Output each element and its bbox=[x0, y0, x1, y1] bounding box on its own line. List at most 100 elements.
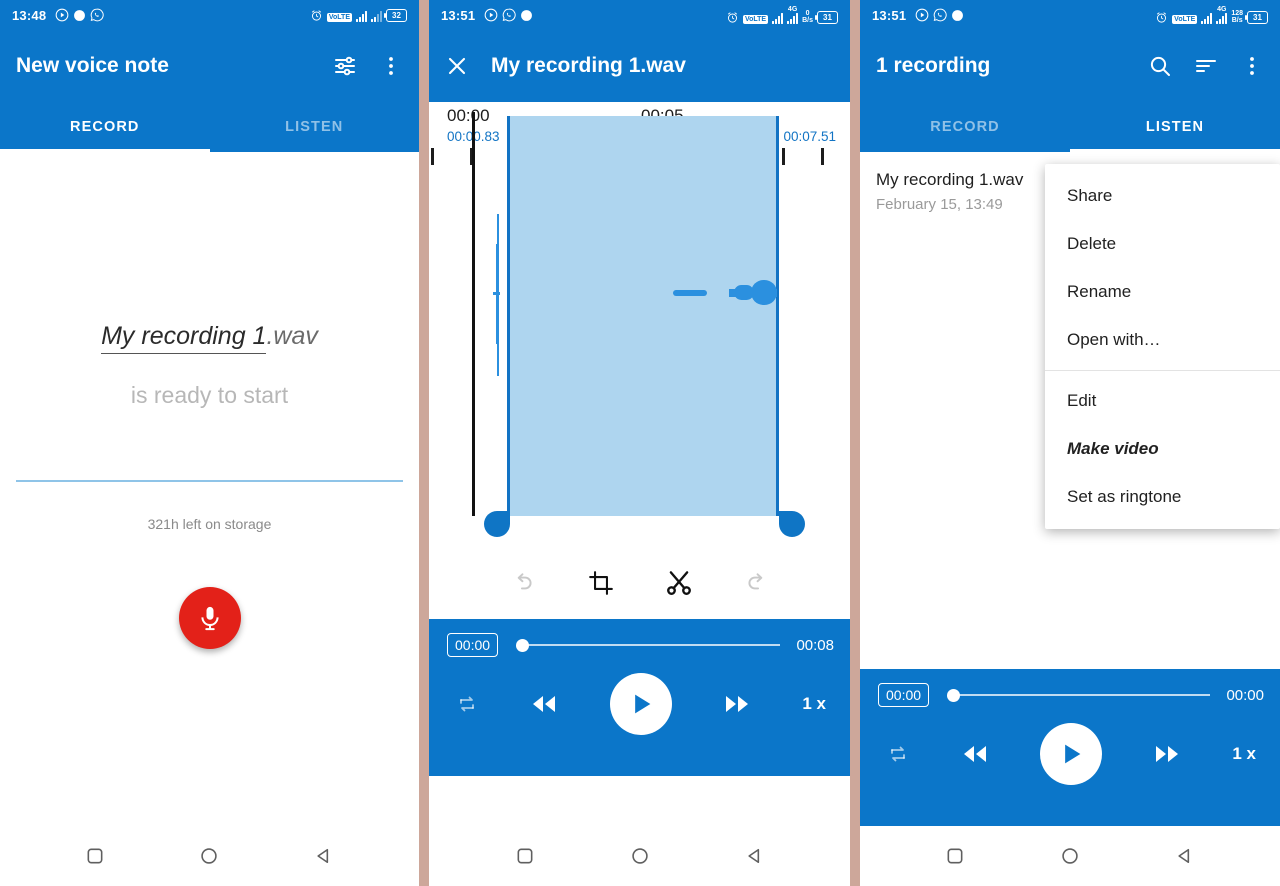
edit-toolbar bbox=[429, 547, 850, 619]
seek-track bbox=[956, 694, 1211, 696]
crop-icon[interactable] bbox=[573, 559, 629, 607]
play-icon bbox=[634, 694, 650, 714]
current-time-box[interactable]: 00:00 bbox=[447, 633, 499, 657]
status-bar: 13:51 VoLTE 4G bbox=[860, 0, 1280, 30]
data-rate-value: 128 bbox=[1231, 9, 1243, 17]
status-bar: 13:48 VoLTE 32 bbox=[0, 0, 419, 30]
signal-bars-secondary-icon bbox=[371, 10, 382, 22]
whatsapp-icon bbox=[933, 8, 947, 22]
seek-slider[interactable] bbox=[945, 687, 1211, 703]
network-type-indicator: 4G bbox=[1216, 6, 1228, 24]
tab-listen[interactable]: LISTEN bbox=[210, 102, 420, 152]
seek-thumb[interactable] bbox=[516, 638, 530, 652]
filename-display[interactable]: My recording 1.wav bbox=[0, 322, 419, 354]
divider-line bbox=[16, 480, 403, 482]
recents-square-icon[interactable] bbox=[945, 846, 965, 871]
back-triangle-icon[interactable] bbox=[314, 846, 334, 871]
menu-item-open-with[interactable]: Open with… bbox=[1045, 316, 1280, 364]
current-time-box[interactable]: 00:00 bbox=[878, 683, 930, 707]
playback-speed-label[interactable]: 1 x bbox=[802, 694, 826, 714]
seek-thumb[interactable] bbox=[947, 688, 961, 702]
menu-item-edit[interactable]: Edit bbox=[1045, 377, 1280, 425]
menu-item-delete[interactable]: Delete bbox=[1045, 220, 1280, 268]
menu-item-rename[interactable]: Rename bbox=[1045, 268, 1280, 316]
total-time-label: 00:00 bbox=[1226, 686, 1264, 704]
listen-tab-body: My recording 1.wav February 15, 13:49 Sh… bbox=[860, 152, 1280, 669]
battery-icon: 31 bbox=[1245, 10, 1268, 24]
alarm-icon bbox=[726, 11, 739, 24]
back-triangle-icon[interactable] bbox=[745, 846, 765, 871]
home-circle-icon[interactable] bbox=[199, 846, 219, 871]
play-button[interactable] bbox=[1040, 723, 1103, 785]
data-rate-indicator: 0 B/s bbox=[802, 10, 813, 24]
record-mic-button[interactable] bbox=[178, 587, 241, 649]
volte-badge: VoLTE bbox=[1172, 14, 1198, 24]
selection-handle-left[interactable] bbox=[484, 511, 510, 537]
tab-listen[interactable]: LISTEN bbox=[1070, 102, 1280, 152]
seek-slider[interactable] bbox=[514, 637, 781, 653]
home-circle-icon[interactable] bbox=[630, 846, 650, 871]
waveform-editor[interactable]: 00:00 00:05 00:00.83 00:07.51 bbox=[429, 102, 850, 619]
cut-scissors-icon[interactable] bbox=[651, 559, 707, 607]
redo-icon[interactable] bbox=[729, 559, 785, 607]
data-rate-unit: B/s bbox=[1231, 16, 1243, 24]
overflow-menu-icon[interactable] bbox=[379, 54, 403, 78]
playhead-cursor[interactable] bbox=[472, 112, 475, 516]
search-icon[interactable] bbox=[1148, 54, 1172, 78]
status-bar: 13:51 VoLTE 4G bbox=[429, 0, 850, 30]
app-bar: My recording 1.wav bbox=[429, 30, 850, 102]
playback-speed-label[interactable]: 1 x bbox=[1232, 744, 1256, 764]
menu-item-share[interactable]: Share bbox=[1045, 172, 1280, 220]
overflow-menu-icon[interactable] bbox=[1240, 54, 1264, 78]
recents-square-icon[interactable] bbox=[85, 846, 105, 871]
menu-item-set-as-ringtone[interactable]: Set as ringtone bbox=[1045, 473, 1280, 521]
app-bar: 1 recording bbox=[860, 30, 1280, 102]
play-button[interactable] bbox=[609, 673, 672, 735]
recents-square-icon[interactable] bbox=[515, 846, 535, 871]
tune-icon[interactable] bbox=[333, 54, 357, 78]
waveform-amplitude bbox=[729, 289, 777, 297]
play-circle-icon bbox=[915, 8, 929, 22]
selection-handle-right[interactable] bbox=[779, 511, 805, 537]
filename-base[interactable]: My recording 1 bbox=[101, 322, 267, 354]
undo-icon[interactable] bbox=[495, 559, 551, 607]
android-nav-bar bbox=[0, 830, 419, 886]
home-circle-icon[interactable] bbox=[1060, 846, 1080, 871]
player-controls: 1 x bbox=[429, 657, 850, 735]
rewind-icon[interactable] bbox=[959, 743, 991, 765]
seek-track bbox=[525, 644, 781, 646]
android-nav-bar bbox=[860, 830, 1280, 886]
battery-icon: 31 bbox=[815, 10, 838, 24]
audio-player: 00:00 00:08 1 x bbox=[429, 619, 850, 776]
total-time-label: 00:08 bbox=[796, 636, 834, 654]
network-type-indicator: 4G bbox=[787, 6, 799, 24]
waveform-amplitude bbox=[673, 290, 707, 296]
signal-bars-icon bbox=[772, 12, 784, 24]
rewind-icon[interactable] bbox=[528, 693, 560, 715]
waveform-canvas[interactable] bbox=[429, 112, 850, 546]
selection-region[interactable] bbox=[507, 116, 779, 516]
alarm-icon bbox=[1155, 11, 1168, 24]
tab-record[interactable]: RECORD bbox=[860, 102, 1070, 152]
tab-record[interactable]: RECORD bbox=[0, 102, 210, 152]
play-circle-icon bbox=[55, 8, 69, 22]
close-icon[interactable] bbox=[445, 54, 469, 78]
tab-bar: RECORD LISTEN bbox=[0, 102, 419, 152]
back-triangle-icon[interactable] bbox=[1175, 846, 1195, 871]
selection-edge-left[interactable] bbox=[507, 116, 510, 516]
waveform-amplitude bbox=[493, 292, 500, 295]
repeat-icon[interactable] bbox=[886, 742, 910, 766]
fast-forward-icon[interactable] bbox=[1151, 743, 1183, 765]
repeat-icon[interactable] bbox=[455, 692, 479, 716]
sort-icon[interactable] bbox=[1194, 54, 1218, 78]
signal-bars-icon bbox=[1201, 12, 1213, 24]
mic-icon bbox=[200, 606, 219, 631]
selection-edge-right[interactable] bbox=[776, 116, 779, 516]
menu-item-make-video[interactable]: Make video bbox=[1045, 425, 1280, 473]
play-icon bbox=[1065, 744, 1081, 764]
seek-row: 00:00 00:00 bbox=[860, 669, 1280, 707]
seek-row: 00:00 00:08 bbox=[429, 619, 850, 657]
fast-forward-icon[interactable] bbox=[721, 693, 753, 715]
signal-bars-secondary-icon bbox=[1216, 12, 1228, 24]
app-bar: New voice note bbox=[0, 30, 419, 102]
